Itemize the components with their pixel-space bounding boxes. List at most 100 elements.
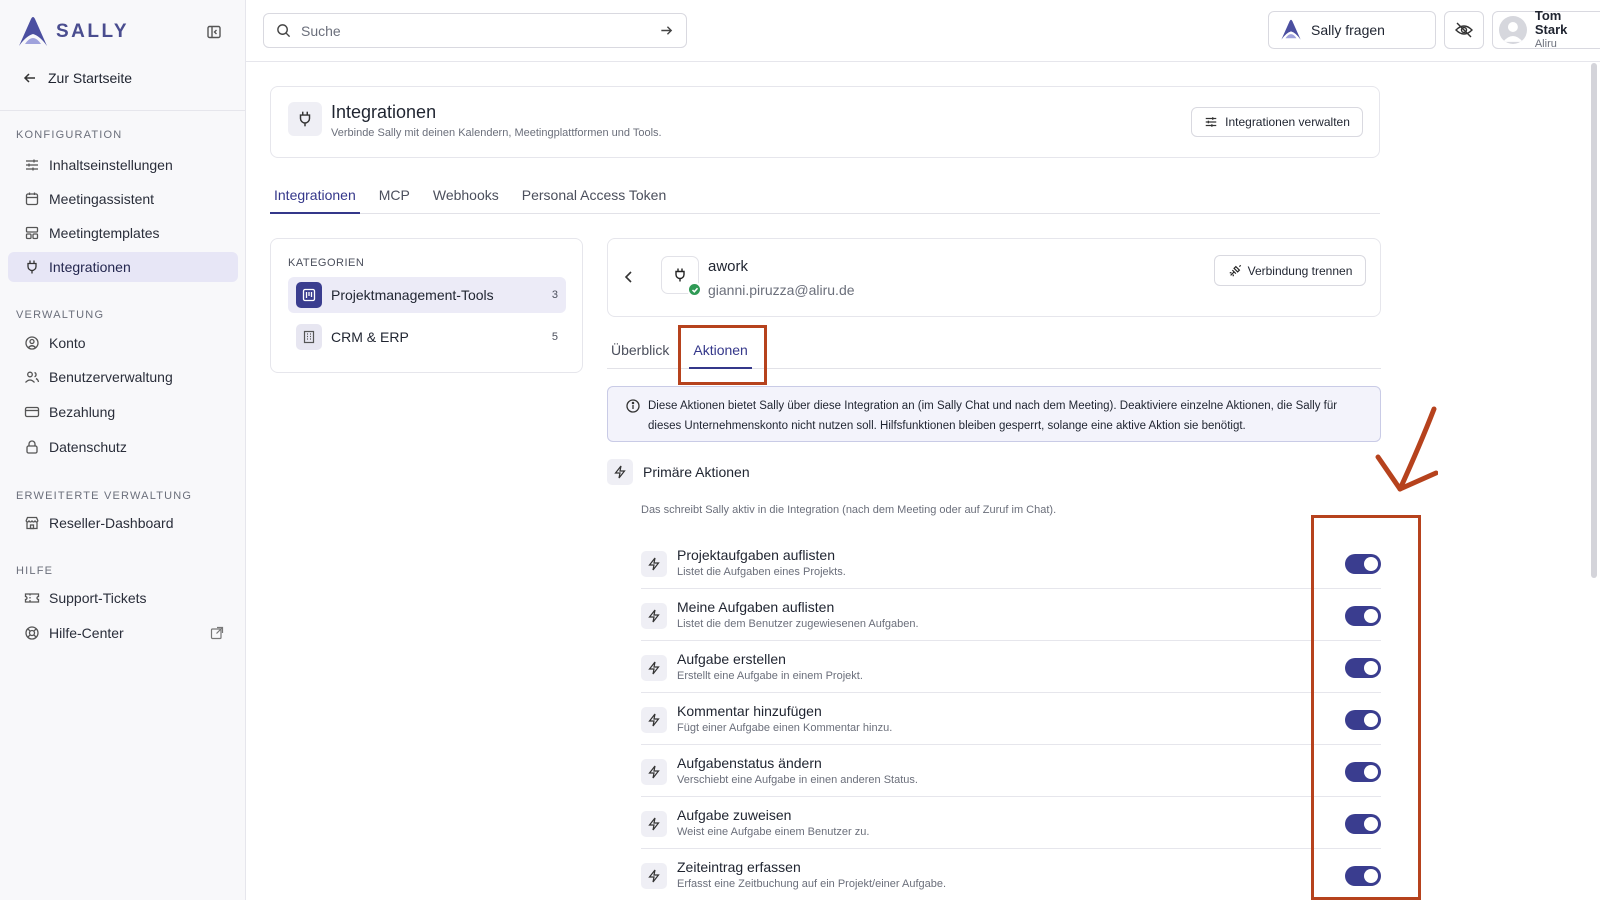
integration-name: awork xyxy=(708,258,749,275)
sliders-icon xyxy=(1205,117,1217,127)
action-toggle[interactable] xyxy=(1345,658,1381,678)
section-icon xyxy=(607,459,633,485)
integration-tabs: Überblick Aktionen xyxy=(607,336,1381,369)
privacy-toggle-button[interactable] xyxy=(1444,11,1484,49)
user-circle-icon xyxy=(25,336,39,350)
action-toggle[interactable] xyxy=(1345,762,1381,782)
connected-check-icon xyxy=(687,282,702,297)
sidebar-item-inhaltseinstellungen[interactable]: Inhaltseinstellungen xyxy=(8,150,238,180)
action-description: Erstellt eine Aufgabe in einem Projekt. xyxy=(677,670,863,682)
sidebar-item-integrationen[interactable]: Integrationen xyxy=(8,252,238,282)
action-toggle[interactable] xyxy=(1345,866,1381,886)
category-count: 3 xyxy=(551,289,558,301)
action-description: Verschiebt eine Aufgabe in einen anderen… xyxy=(677,774,918,786)
disconnect-button[interactable]: Verbindung trennen xyxy=(1214,255,1366,286)
section-title: Primäre Aktionen xyxy=(643,464,750,480)
sidebar-item-bezahlung[interactable]: Bezahlung xyxy=(8,397,238,427)
action-description: Listet die Aufgaben eines Projekts. xyxy=(677,566,846,578)
page-subtitle: Verbinde Sally mit deinen Kalendern, Mee… xyxy=(331,127,662,139)
annotation-arrow-icon xyxy=(1375,406,1438,492)
tab-personal-access-token[interactable]: Personal Access Token xyxy=(518,182,671,213)
action-description: Erfasst eine Zeitbuchung auf ein Projekt… xyxy=(677,878,947,890)
sidebar-item-label: Konto xyxy=(49,335,86,351)
sidebar-toggle-icon xyxy=(207,25,221,39)
sidebar-item-konto[interactable]: Konto xyxy=(8,328,238,358)
sidebar-item-meetingassistent[interactable]: Meetingassistent xyxy=(8,184,238,214)
sidebar-item-label: Benutzerverwaltung xyxy=(49,369,173,385)
action-toggle[interactable] xyxy=(1345,710,1381,730)
tab-ueberblick[interactable]: Überblick xyxy=(607,336,673,368)
page-title: Integrationen xyxy=(331,102,437,122)
section-header: Primäre Aktionen xyxy=(607,459,750,485)
user-name: Tom Stark xyxy=(1534,8,1568,37)
unplug-icon xyxy=(1229,264,1241,276)
external-link-icon xyxy=(210,626,224,640)
section-label-konfiguration: KONFIGURATION xyxy=(16,129,123,141)
info-text: Diese Aktionen bietet Sally über diese I… xyxy=(648,400,1338,432)
home-link[interactable]: Zur Startseite xyxy=(22,66,132,90)
tab-webhooks[interactable]: Webhooks xyxy=(429,182,503,213)
arrow-right-icon[interactable] xyxy=(659,23,674,38)
sidebar-item-label: Meetingtemplates xyxy=(49,225,160,241)
categories-label: KATEGORIEN xyxy=(288,257,365,269)
lightning-icon xyxy=(641,707,667,733)
category-label: CRM & ERP xyxy=(331,329,409,345)
arrow-left-icon xyxy=(23,73,35,83)
action-toggle[interactable] xyxy=(1345,814,1381,834)
sidebar-item-label: Hilfe-Center xyxy=(49,625,124,641)
tab-integrationen[interactable]: Integrationen xyxy=(270,182,360,214)
sidebar-item-meetingtemplates[interactable]: Meetingtemplates xyxy=(8,218,238,248)
top-bar: Sally fragen Tom Stark Aliru xyxy=(246,0,1600,62)
calendar-icon xyxy=(25,192,39,206)
lifebuoy-icon xyxy=(25,626,39,640)
manage-integrations-label: Integrationen verwalten xyxy=(1225,115,1350,129)
action-row: Meine Aufgaben auflisten Listet die dem … xyxy=(641,589,1381,641)
action-title: Aufgabe zuweisen xyxy=(677,807,792,823)
action-toggle[interactable] xyxy=(1345,554,1381,574)
action-row: Aufgabe zuweisen Weist eine Aufgabe eine… xyxy=(641,797,1381,849)
section-label-verwaltung: VERWALTUNG xyxy=(16,309,105,321)
action-row: Kommentar hinzufügen Fügt einer Aufgabe … xyxy=(641,693,1381,745)
lightning-icon xyxy=(641,863,667,889)
category-projektmanagement-tools[interactable]: Projektmanagement-Tools 3 xyxy=(288,277,566,313)
search-input[interactable] xyxy=(301,22,649,39)
action-title: Zeiteintrag erfassen xyxy=(677,859,801,875)
integration-email: gianni.piruzza@aliru.de xyxy=(708,282,855,298)
sidebar-item-datenschutz[interactable]: Datenschutz xyxy=(8,432,238,462)
user-avatar-icon xyxy=(1502,22,1523,42)
section-label-hilfe: HILFE xyxy=(16,565,54,577)
sidebar-item-hilfe-center[interactable]: Hilfe-Center xyxy=(8,618,238,648)
chevron-left-icon[interactable] xyxy=(621,269,637,285)
ask-sally-button[interactable]: Sally fragen xyxy=(1268,11,1436,49)
sidebar-item-reseller-dashboard[interactable]: Reseller-Dashboard xyxy=(8,508,238,538)
page-header-card: Integrationen Verbinde Sally mit deinen … xyxy=(270,86,1380,158)
main-tabs: Integrationen MCP Webhooks Personal Acce… xyxy=(270,182,1380,214)
template-icon xyxy=(25,226,39,240)
action-title: Meine Aufgaben auflisten xyxy=(677,599,835,615)
category-crm-erp[interactable]: CRM & ERP 5 xyxy=(288,319,566,355)
sidebar-item-support-tickets[interactable]: Support-Tickets xyxy=(8,583,238,613)
search-box[interactable] xyxy=(263,13,687,48)
user-org: Aliru xyxy=(1534,38,1557,50)
collapse-sidebar-button[interactable] xyxy=(204,22,224,42)
logo[interactable]: SALLY xyxy=(16,16,230,48)
section-label-erweiterte-verwaltung: ERWEITERTE VERWALTUNG xyxy=(16,490,193,502)
lightning-icon xyxy=(641,811,667,837)
page-icon xyxy=(288,102,322,136)
categories-card: KATEGORIEN Projektmanagement-Tools 3 CRM… xyxy=(270,238,583,373)
building-icon xyxy=(303,330,315,344)
tab-aktionen[interactable]: Aktionen xyxy=(689,336,752,369)
action-toggle[interactable] xyxy=(1345,606,1381,626)
store-icon xyxy=(25,516,39,530)
sidebar-item-benutzerverwaltung[interactable]: Benutzerverwaltung xyxy=(8,362,238,392)
scrollbar-thumb[interactable] xyxy=(1591,63,1597,578)
user-menu-button[interactable]: Tom Stark Aliru xyxy=(1492,8,1600,50)
tab-mcp[interactable]: MCP xyxy=(375,182,414,213)
action-title: Kommentar hinzufügen xyxy=(677,703,822,719)
sliders-icon xyxy=(26,159,38,171)
sidebar: SALLY Zur Startseite KONFIGURATION Inhal… xyxy=(0,0,246,900)
manage-integrations-button[interactable]: Integrationen verwalten xyxy=(1191,107,1363,137)
category-count: 5 xyxy=(551,331,558,343)
credit-card-icon xyxy=(24,406,40,418)
disconnect-label: Verbindung trennen xyxy=(1247,263,1353,278)
